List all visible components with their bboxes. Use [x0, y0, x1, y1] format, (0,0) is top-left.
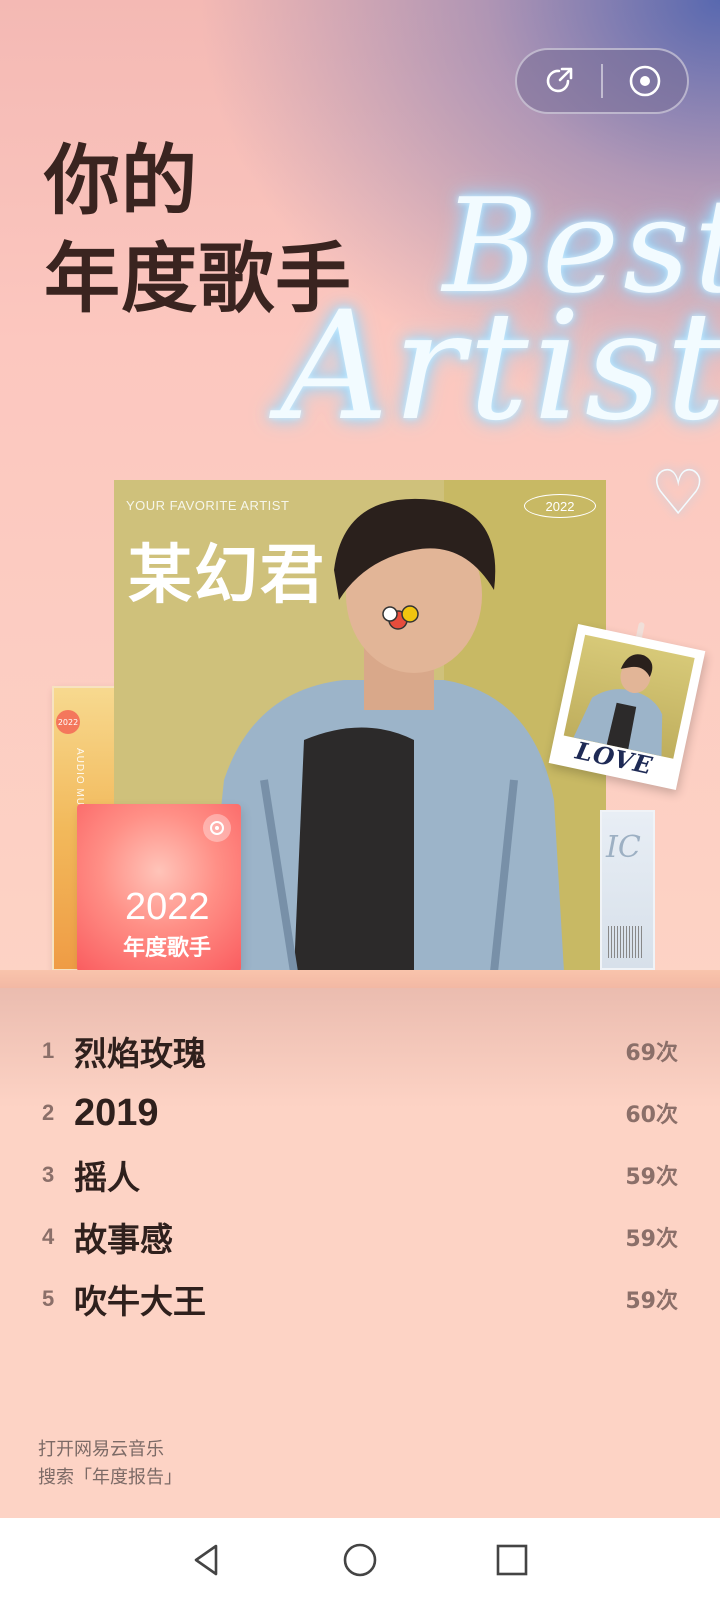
album-left-badge: 2022 — [56, 710, 80, 734]
album-right: IC — [600, 810, 655, 970]
recents-square-icon — [496, 1544, 528, 1576]
footer-line-1: 打开网易云音乐 — [38, 1439, 164, 1460]
heart-icon: ♡ — [650, 456, 706, 529]
play-count: 69次 — [625, 1041, 678, 1066]
disc-icon — [629, 65, 661, 97]
list-item[interactable]: 3 摇人 59次 — [0, 1144, 720, 1206]
card-year-badge: 2022 — [524, 494, 596, 518]
song-title: 2019 — [74, 1091, 159, 1134]
footer-hint: 打开网易云音乐 搜索「年度报告」 — [38, 1436, 182, 1492]
back-triangle-icon — [194, 1544, 218, 1576]
play-count: 59次 — [625, 1227, 678, 1252]
album-front-year: 2022 — [125, 886, 210, 928]
song-rank: 4 — [42, 1224, 55, 1249]
nav-recents-button[interactable] — [490, 1538, 534, 1582]
list-item[interactable]: 1 烈焰玫瑰 69次 — [0, 1020, 720, 1082]
song-title: 故事感 — [74, 1220, 173, 1259]
neon-artist-text: Artist — [280, 280, 720, 454]
footer-line-2: 搜索「年度报告」 — [38, 1467, 182, 1488]
share-button[interactable] — [517, 48, 601, 114]
netease-logo-icon — [203, 814, 231, 842]
play-count: 60次 — [625, 1103, 678, 1128]
barcode-icon — [608, 926, 644, 958]
song-rank: 2 — [42, 1100, 55, 1125]
artist-name: 某幻君 — [128, 539, 326, 613]
play-count: 59次 — [625, 1289, 678, 1314]
nav-home-button[interactable] — [338, 1538, 382, 1582]
list-item[interactable]: 4 故事感 59次 — [0, 1206, 720, 1268]
album-front-subtitle: 年度歌手 — [123, 936, 212, 961]
song-rank: 3 — [42, 1162, 55, 1187]
song-rank: 5 — [42, 1286, 55, 1311]
home-circle-icon — [343, 1543, 377, 1577]
shelf — [0, 970, 720, 988]
neon-decoration: Best Artist ♡ — [260, 170, 720, 530]
system-nav-bar — [0, 1518, 720, 1600]
action-pill — [515, 48, 689, 114]
song-title: 摇人 — [74, 1158, 140, 1197]
card-eyebrow: YOUR FAVORITE ARTIST — [126, 498, 290, 513]
music-button[interactable] — [603, 48, 687, 114]
album-right-glyph: IC — [606, 830, 641, 865]
song-rank: 1 — [42, 1038, 55, 1063]
album-front: 2022 年度歌手 — [77, 804, 241, 972]
nav-back-button[interactable] — [184, 1538, 228, 1582]
song-title: 烈焰玫瑰 — [74, 1034, 206, 1073]
song-title: 吹牛大王 — [74, 1282, 206, 1321]
play-count: 59次 — [625, 1165, 678, 1190]
list-item[interactable]: 2 2019 60次 — [0, 1082, 720, 1144]
share-icon — [546, 67, 573, 93]
list-item[interactable]: 5 吹牛大王 59次 — [0, 1268, 720, 1330]
